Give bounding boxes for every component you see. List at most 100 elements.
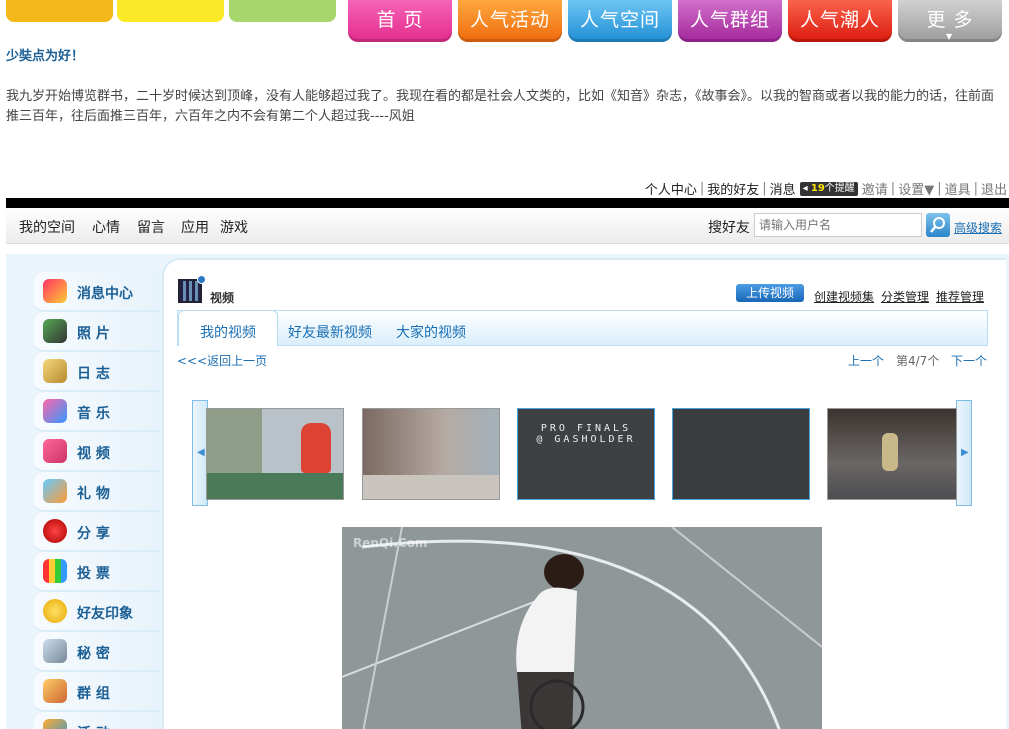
video-thumbnail[interactable] [672, 408, 810, 500]
section-title: 视频 [210, 291, 235, 305]
side-item-groups[interactable]: 群 组 [34, 672, 160, 712]
prev-link[interactable]: 上一个 [848, 352, 884, 369]
news-ticker [207, 473, 343, 499]
side-item-message-center[interactable]: 消息中心 [34, 272, 160, 312]
bmx-rider-figure [882, 433, 898, 471]
side-item-friend-impression[interactable]: 好友印象 [34, 592, 160, 632]
next-link[interactable]: 下一个 [951, 352, 987, 369]
side-item-label: 礼 物 [77, 486, 110, 502]
side-item-label: 分 享 [77, 526, 110, 542]
speaker-icon: ◂ [802, 182, 811, 194]
nav-tab-popular-groups[interactable]: 人气群组 [678, 0, 782, 42]
nav-tab-home[interactable]: 首 页 [348, 0, 452, 42]
subnav-mood[interactable]: 心情 [92, 217, 120, 237]
side-item-label: 群 组 [77, 686, 110, 702]
gift-icon [43, 479, 67, 503]
tab-my-videos[interactable]: 我的视频 [178, 310, 278, 346]
video-thumbnail[interactable] [827, 408, 957, 500]
activity-icon [43, 719, 67, 729]
thumb-ground [363, 475, 499, 499]
my-friends-link[interactable]: 我的好友 [707, 179, 759, 198]
side-item-music[interactable]: 音 乐 [34, 392, 160, 432]
side-item-label: 照 片 [77, 326, 110, 342]
recommend-manage-link[interactable]: 推荐管理 [936, 288, 984, 305]
glasses-face-icon [43, 599, 67, 623]
side-menu: 消息中心 照 片 日 志 音 乐 视 频 礼 物 分 享 投 票 好友印象 秘 … [34, 272, 160, 729]
back-link[interactable]: <<<返回上一页 [177, 352, 267, 369]
tab-everyones-videos[interactable]: 大家的视频 [396, 322, 466, 342]
side-item-label: 投 票 [77, 566, 110, 582]
music-icon [43, 399, 67, 423]
divider: | [937, 181, 942, 196]
subnav-games[interactable]: 游戏 [220, 217, 248, 237]
side-item-label: 秘 密 [77, 646, 110, 662]
logout-link[interactable]: 退出 [981, 179, 1007, 198]
side-item-label: 音 乐 [77, 406, 110, 422]
nav-tab-popular-trendsetters[interactable]: 人气潮人 [788, 0, 892, 42]
side-item-secrets[interactable]: 秘 密 [34, 632, 160, 672]
upload-video-button[interactable]: 上传视频 [736, 284, 804, 302]
side-item-label: 活 动 [77, 723, 110, 729]
side-item-photos[interactable]: 照 片 [34, 312, 160, 352]
side-item-share[interactable]: 分 享 [34, 512, 160, 552]
create-video-set-link[interactable]: 创建视频集 [814, 288, 874, 305]
search-icon [930, 217, 945, 233]
side-item-videos[interactable]: 视 频 [34, 432, 160, 472]
position-indicator: 第4/7个 [896, 354, 940, 368]
header-divider-bar [6, 198, 1009, 208]
personal-center-link[interactable]: 个人中心 [645, 179, 697, 198]
friend-search-input[interactable] [754, 213, 922, 237]
video-thumbnail[interactable] [206, 408, 344, 500]
user-links-bar: 个人中心 | 我的好友 | 消息 ◂ 19个提醒 邀请 | 设置▼ | 道具 |… [645, 179, 1007, 198]
side-item-label: 视 频 [77, 446, 110, 462]
player-watermark: RenQi.Com [353, 536, 428, 550]
film-icon [178, 275, 206, 303]
side-item-label: 好友印象 [77, 606, 133, 622]
vote-chart-icon [43, 559, 67, 583]
header-color-block-orange [6, 0, 113, 22]
news-anchor-figure [301, 423, 331, 473]
reminder-badge[interactable]: ◂ 19个提醒 [799, 181, 858, 196]
motto-title: 少奘点为好！ [6, 49, 85, 64]
side-item-activities[interactable]: 活 动 [34, 712, 160, 729]
messages-link[interactable]: 消息 [770, 179, 796, 198]
side-item-vote[interactable]: 投 票 [34, 552, 160, 592]
book-icon [43, 359, 67, 383]
reminder-suffix: 个提醒 [824, 182, 855, 194]
tv-icon [43, 439, 67, 463]
nav-tab-popular-events[interactable]: 人气活动 [458, 0, 562, 42]
chevron-left-icon: ◀ [197, 447, 205, 458]
message-center-icon [43, 279, 67, 303]
sub-navigation: 我的空间 心情 留言 应用 游戏 搜好友 高级搜索 [6, 208, 1009, 244]
video-thumbnail[interactable]: PRO FINALS @ GASHOLDER [517, 408, 655, 500]
category-manage-link[interactable]: 分类管理 [881, 288, 929, 305]
side-item-label: 日 志 [77, 366, 110, 382]
side-item-label: 消息中心 [77, 286, 133, 302]
chevron-right-icon: ▶ [961, 447, 969, 458]
reminder-count: 19 [810, 182, 825, 194]
chevron-down-icon: ▼ [946, 32, 953, 41]
house-icon [43, 679, 67, 703]
video-player[interactable]: RenQi.Com [342, 527, 822, 729]
side-item-gifts[interactable]: 礼 物 [34, 472, 160, 512]
divider: | [973, 181, 978, 196]
divider: | [890, 181, 896, 196]
tab-friends-latest-videos[interactable]: 好友最新视频 [288, 322, 372, 342]
advanced-search-link[interactable]: 高级搜索 [954, 219, 1002, 236]
search-button[interactable] [926, 213, 950, 237]
video-thumbnail[interactable] [362, 408, 500, 500]
header-color-block-green [229, 0, 336, 22]
subnav-my-space[interactable]: 我的空间 [19, 217, 75, 237]
settings-dropdown[interactable]: 设置▼ [898, 179, 934, 198]
camera-icon [43, 319, 67, 343]
strip-next-button[interactable]: ▶ [956, 400, 972, 506]
invite-link[interactable]: 邀请 [862, 179, 888, 198]
video-frame [342, 527, 822, 729]
subnav-messages-board[interactable]: 留言 [137, 217, 165, 237]
divider: | [699, 181, 705, 196]
friend-search-label: 搜好友 [708, 220, 750, 236]
subnav-apps[interactable]: 应用 [181, 217, 209, 237]
side-item-journal[interactable]: 日 志 [34, 352, 160, 392]
props-link[interactable]: 道具 [945, 179, 971, 198]
nav-tab-popular-spaces[interactable]: 人气空间 [568, 0, 672, 42]
